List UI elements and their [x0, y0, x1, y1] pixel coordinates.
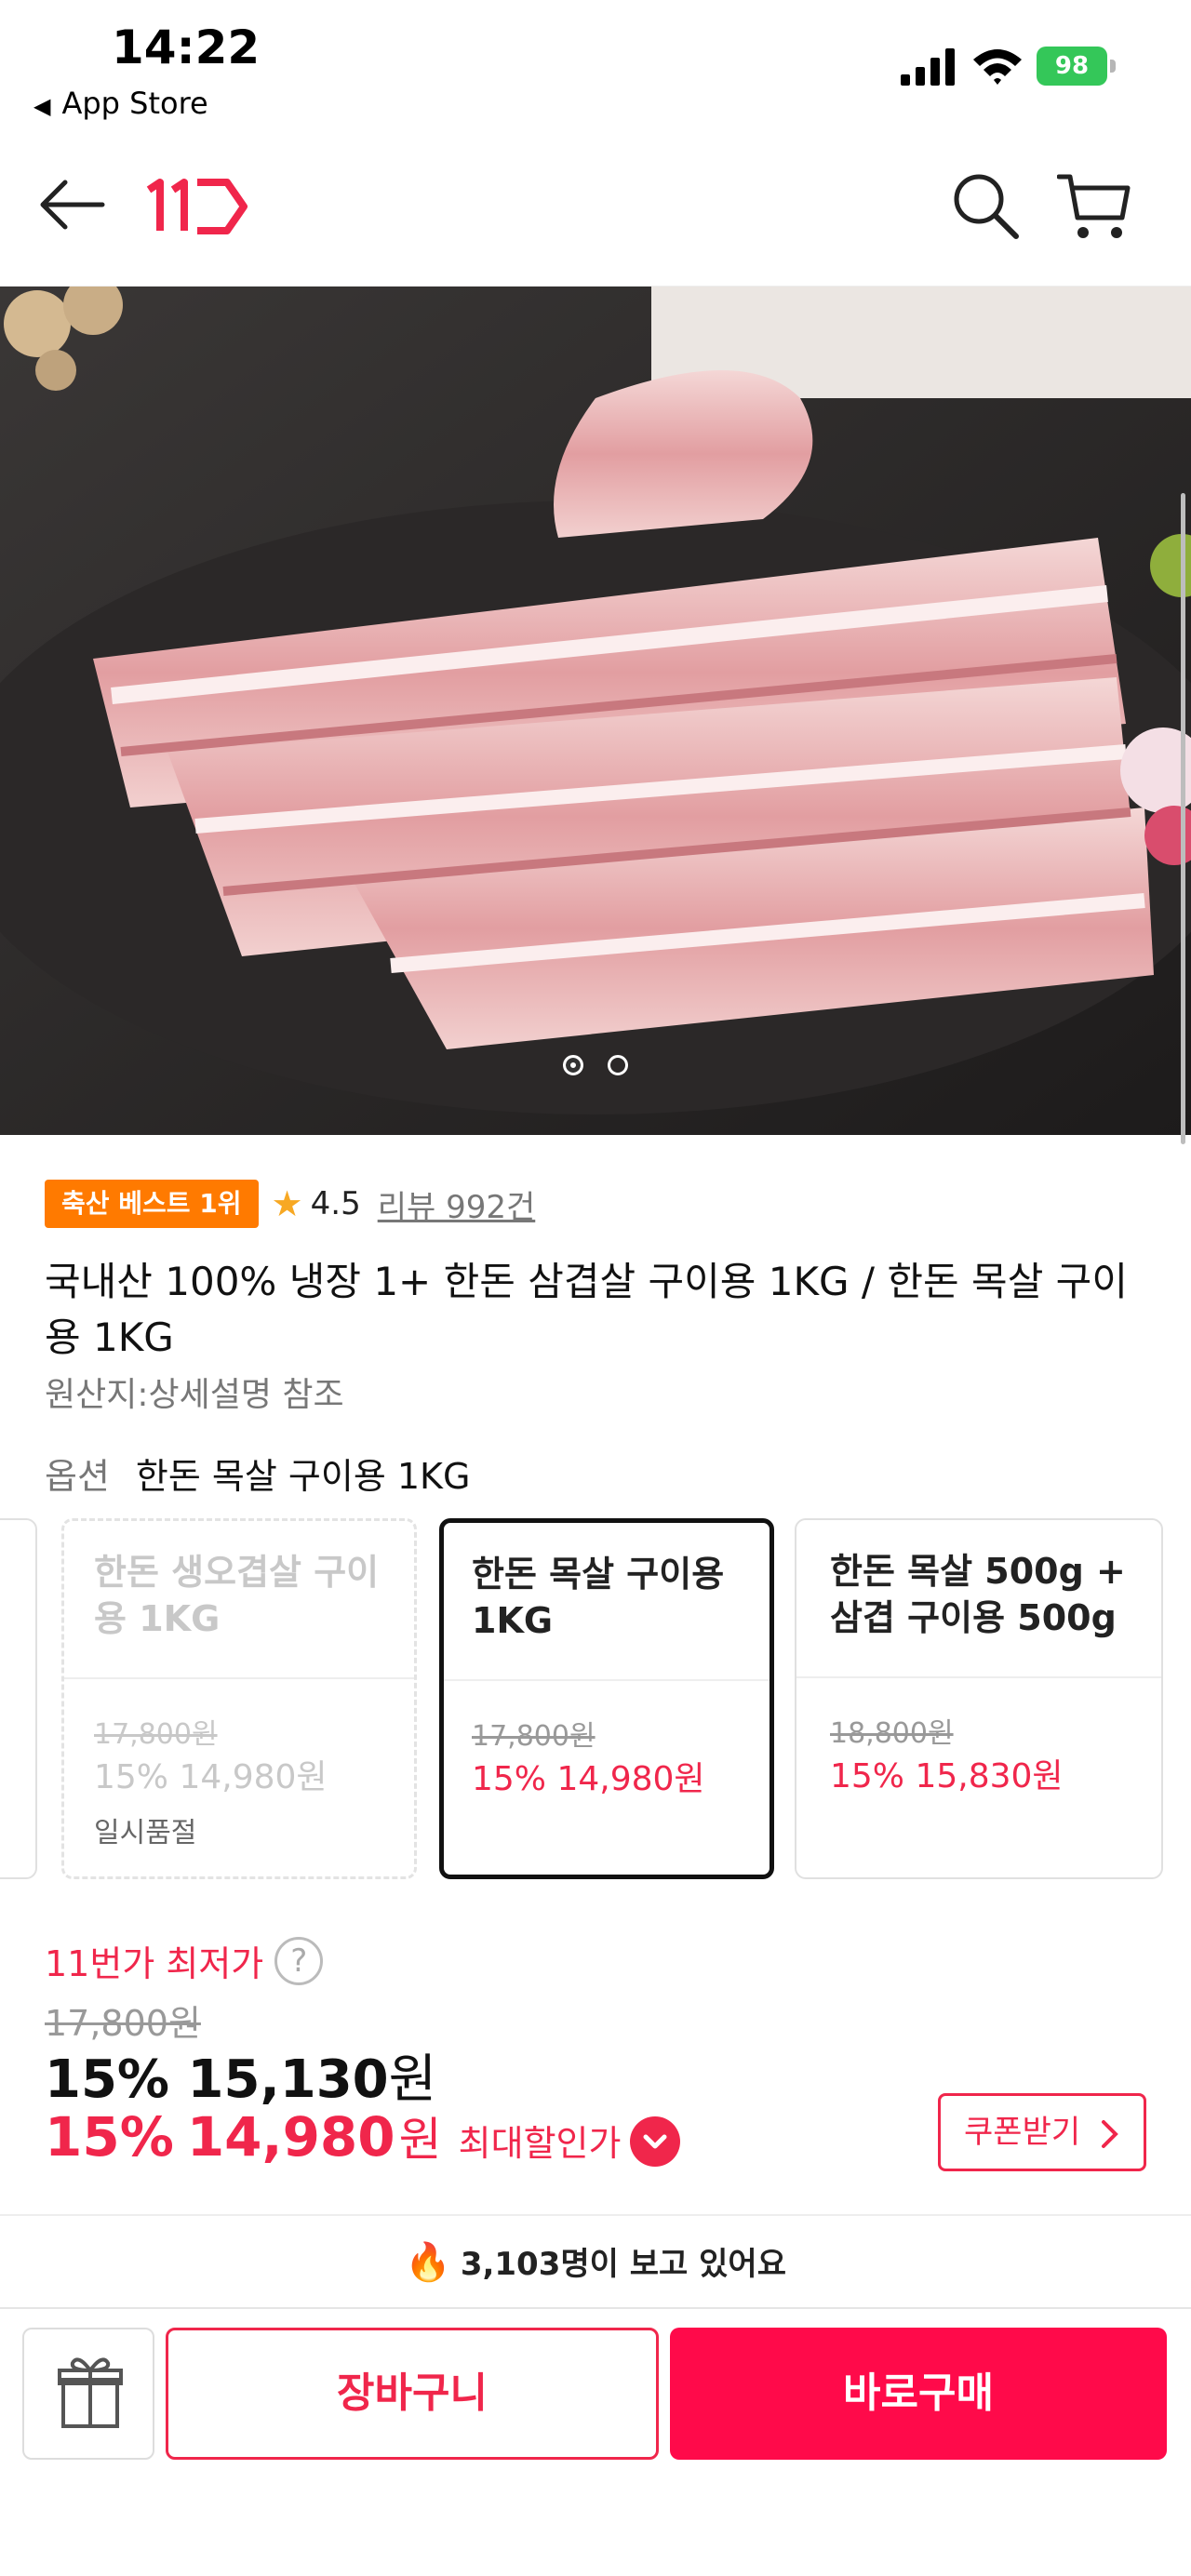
max-discount-percent: 15%: [45, 2105, 174, 2169]
product-title: 국내산 100% 냉장 1+ 한돈 삼겹살 구이용 1KG / 한돈 목살 구이…: [45, 1259, 1128, 1360]
discount-price: 15% 15,130원: [45, 2037, 436, 2113]
rating-value: 4.5: [310, 1185, 361, 1222]
option-card-original-price: 17,800원: [94, 1718, 218, 1751]
live-viewers-text: 3,103명이 보고 있어요: [460, 2246, 786, 2283]
lowest-price-label: 11번가 최저가: [45, 1943, 264, 1984]
badge-rating-row: 축산 베스트 1위 ★ 4.5 리뷰 992건: [45, 1178, 535, 1230]
option-card-name: 한돈 목살 구이용 1KG: [472, 1554, 725, 1641]
get-coupon-label: 쿠폰받기: [964, 2114, 1081, 2151]
battery-indicator: 98: [1037, 47, 1117, 86]
eleven-street-logo[interactable]: [141, 171, 249, 238]
cart-icon[interactable]: [1057, 171, 1131, 242]
discount-percent: 15%: [45, 2049, 170, 2110]
lowest-price-label-row: 11번가 최저가 ?: [45, 1935, 324, 1986]
status-bar: 14:22 ◀ App Store 98: [0, 0, 1191, 130]
app-header: [0, 130, 1191, 287]
buy-now-button[interactable]: 바로구매: [670, 2328, 1167, 2460]
product-origin: 원산지:상세설명 참조: [45, 1376, 344, 1414]
option-card-name: 한돈 생오겹살 구이용 1KG: [94, 1552, 380, 1639]
cellular-signal-icon: [901, 48, 955, 86]
option-selected-value: 한돈 목살 구이용 1KG: [135, 1456, 471, 1497]
battery-level: 98: [1037, 47, 1107, 86]
option-card-selected[interactable]: 한돈 목살 구이용 1KG 17,800원 15% 14,980원: [439, 1518, 774, 1879]
review-count-link[interactable]: 리뷰 992건: [378, 1181, 536, 1227]
option-card-original-price: 17,800원: [472, 1720, 596, 1753]
gift-button[interactable]: [22, 2328, 154, 2460]
option-card-original-price: 18,800원: [830, 1717, 954, 1750]
fire-icon: 🔥: [405, 2241, 451, 2284]
status-time: 14:22: [112, 20, 261, 74]
gift-icon: [58, 2357, 123, 2428]
option-card-sale-price: 15% 14,980원: [472, 1760, 705, 1798]
carousel-dot-2[interactable]: [607, 1055, 628, 1075]
star-icon: ★: [271, 1183, 303, 1224]
option-card-sale-price: 15% 15,830원: [830, 1757, 1064, 1795]
currency-won: 원: [398, 2113, 442, 2167]
wifi-icon: [973, 49, 1022, 85]
option-card-status: 일시품절: [94, 1817, 197, 1849]
back-triangle-icon: ◀: [33, 93, 51, 119]
back-to-app-store-label: App Store: [61, 86, 208, 121]
max-discount-amount: 14,980: [186, 2105, 395, 2169]
option-card-name: 한돈 목살 500g + 삼겹 구이용 500g: [830, 1551, 1126, 1638]
battery-tip: [1110, 60, 1116, 73]
help-icon[interactable]: ?: [274, 1936, 324, 1985]
option-card-divider: [796, 1676, 1161, 1678]
add-to-cart-button[interactable]: 장바구니: [166, 2328, 659, 2460]
option-card-previous[interactable]: [0, 1518, 37, 1879]
back-arrow-icon[interactable]: [37, 177, 106, 233]
search-icon[interactable]: [951, 171, 1020, 240]
option-card[interactable]: 한돈 생오겹살 구이용 1KG 17,800원 15% 14,980원 일시품절: [61, 1518, 417, 1879]
product-photo: [0, 287, 1191, 1135]
best-seller-badge: 축산 베스트 1위: [45, 1180, 259, 1228]
chevron-down-icon[interactable]: [630, 2116, 681, 2167]
back-to-app-store[interactable]: ◀ App Store: [33, 86, 208, 121]
carousel-pagination: [0, 1055, 1191, 1079]
carousel-dot-1[interactable]: [563, 1055, 584, 1075]
option-summary: 옵션 한돈 목살 구이용 1KG: [45, 1448, 470, 1499]
option-card-divider: [64, 1677, 414, 1679]
option-card-sale-price: 15% 14,980원: [94, 1758, 328, 1796]
chevron-right-icon: [1101, 2119, 1118, 2148]
product-image-carousel[interactable]: [0, 287, 1191, 1135]
get-coupon-button[interactable]: 쿠폰받기: [938, 2093, 1146, 2171]
purchase-action-bar: 장바구니 바로구매: [0, 2307, 1191, 2576]
live-viewers-banner: 🔥 3,103명이 보고 있어요: [0, 2214, 1191, 2307]
option-label: 옵션: [45, 1456, 110, 1497]
currency-won: 원: [388, 2049, 437, 2110]
option-card[interactable]: 한돈 목살 500g + 삼겹 구이용 500g 18,800원 15% 15,…: [795, 1518, 1163, 1879]
option-card-divider: [444, 1679, 769, 1681]
page-scrollbar[interactable]: [1181, 493, 1185, 1144]
discount-price-amount: 15,130: [187, 2049, 389, 2110]
max-discount-price: 15% 14,980 원 최대할인가: [45, 2102, 681, 2169]
max-discount-label: 최대할인가: [458, 2123, 622, 2164]
